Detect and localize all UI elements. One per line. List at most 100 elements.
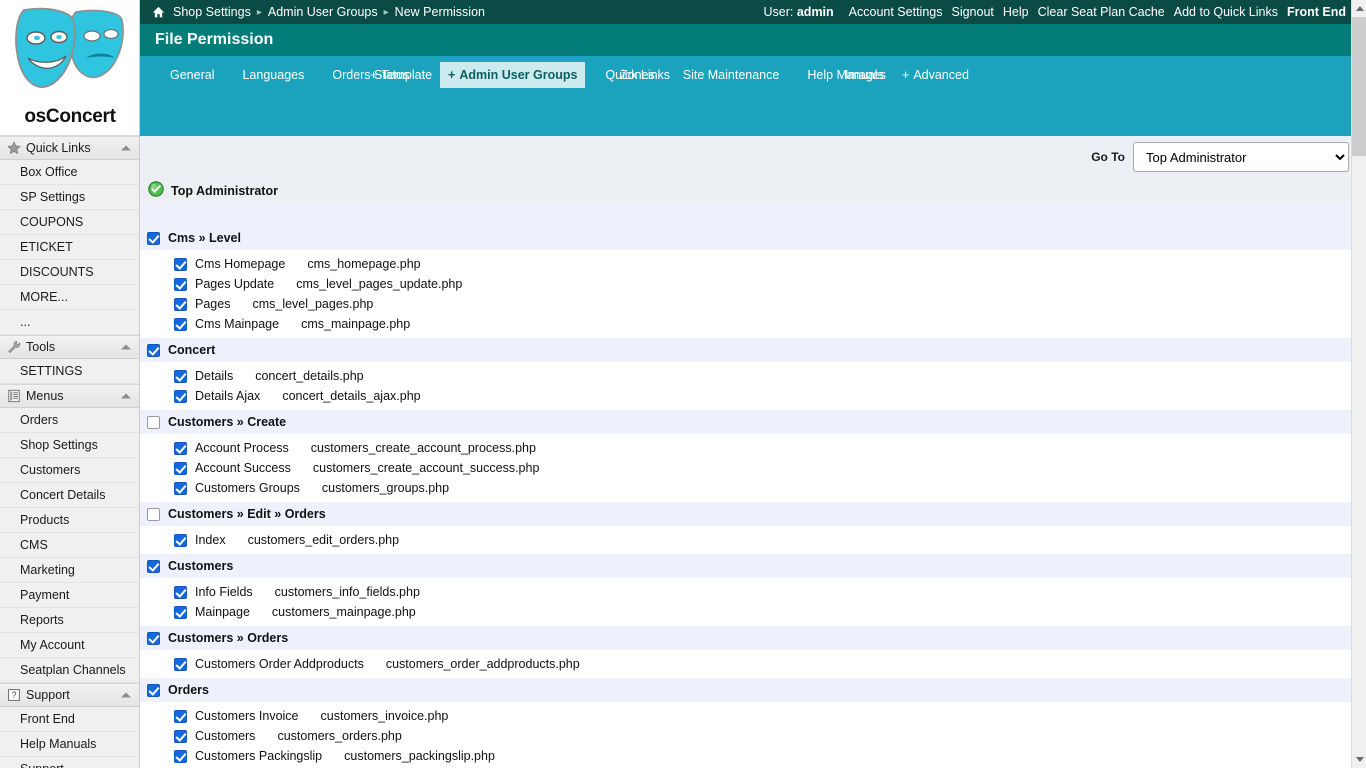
permission-checkbox[interactable]: [174, 370, 187, 383]
permission-checkbox[interactable]: [174, 710, 187, 723]
sidebar-item-box-office[interactable]: Box Office: [0, 160, 139, 185]
permission-row[interactable]: Account Successcustomers_create_account_…: [140, 458, 1351, 478]
sidebar-item-marketing[interactable]: Marketing: [0, 558, 139, 583]
tab-images[interactable]: Images: [825, 62, 894, 88]
group-checkbox[interactable]: [147, 416, 160, 429]
sidebar-item-more-[interactable]: MORE...: [0, 285, 139, 310]
sidebar-item-cms[interactable]: CMS: [0, 533, 139, 558]
goto-select[interactable]: Top Administrator: [1133, 142, 1349, 172]
group-checkbox[interactable]: [147, 632, 160, 645]
sidebar-item-settings[interactable]: SETTINGS: [0, 359, 139, 384]
brand-logo-area[interactable]: osConcert: [0, 0, 140, 136]
sidebar-item-concert-details[interactable]: Concert Details: [0, 483, 139, 508]
sidebar-item-shop-settings[interactable]: Shop Settings: [0, 433, 139, 458]
permission-checkbox[interactable]: [174, 750, 187, 763]
permission-row[interactable]: Pagescms_level_pages.php: [140, 294, 1351, 314]
permission-group-header[interactable]: Customers » Create: [140, 410, 1351, 434]
breadcrumb-item-0[interactable]: Shop Settings: [173, 5, 251, 19]
permission-row[interactable]: Detailsconcert_details.php: [140, 366, 1351, 386]
permission-checkbox[interactable]: [174, 462, 187, 475]
permission-group-header[interactable]: Cms » Level: [140, 226, 1351, 250]
sidebar-item-discounts[interactable]: DISCOUNTS: [0, 260, 139, 285]
sidebar-item-customers[interactable]: Customers: [0, 458, 139, 483]
tab-admin-user-groups[interactable]: +Admin User Groups: [440, 62, 585, 88]
permission-group-header[interactable]: Customers: [140, 554, 1351, 578]
permission-checkbox[interactable]: [174, 606, 187, 619]
permission-row[interactable]: Customers Packingslipcustomers_packingsl…: [140, 746, 1351, 766]
breadcrumb-item-1[interactable]: Admin User Groups: [268, 5, 378, 19]
permission-group-header[interactable]: Concert: [140, 338, 1351, 362]
sidebar-item-orders[interactable]: Orders: [0, 408, 139, 433]
group-checkbox[interactable]: [147, 560, 160, 573]
permission-row[interactable]: Cms Mainpagecms_mainpage.php: [140, 314, 1351, 334]
sidebar-item-support[interactable]: Support: [0, 757, 139, 768]
permission-checkbox[interactable]: [174, 482, 187, 495]
chevron-up-icon[interactable]: [121, 693, 131, 698]
breadcrumb-item-2[interactable]: New Permission: [395, 5, 485, 19]
sidebar-item-front-end[interactable]: Front End: [0, 707, 139, 732]
permission-row[interactable]: Customers Invoicecustomers_invoice.php: [140, 706, 1351, 726]
sidebar-section-tools[interactable]: Tools: [0, 335, 139, 359]
permission-row[interactable]: Account Processcustomers_create_account_…: [140, 438, 1351, 458]
sidebar-section-support[interactable]: ?Support: [0, 683, 139, 707]
topbar-link-clear-seat-plan-cache[interactable]: Clear Seat Plan Cache: [1038, 5, 1165, 19]
sidebar-item-payment[interactable]: Payment: [0, 583, 139, 608]
home-icon[interactable]: [152, 6, 165, 19]
permission-checkbox[interactable]: [174, 258, 187, 271]
permission-row[interactable]: Mainpagecustomers_mainpage.php: [140, 602, 1351, 622]
tab-template[interactable]: +Template: [362, 62, 440, 88]
permission-checkbox[interactable]: [174, 298, 187, 311]
permission-row[interactable]: Cms Homepagecms_homepage.php: [140, 254, 1351, 274]
sidebar-item-my-account[interactable]: My Account: [0, 633, 139, 658]
tab-general[interactable]: General: [150, 62, 222, 88]
sidebar-item-products[interactable]: Products: [0, 508, 139, 533]
chevron-up-icon[interactable]: [121, 345, 131, 350]
topbar-link-front-end[interactable]: Front End: [1287, 5, 1346, 19]
scrollbar-track[interactable]: [1352, 156, 1366, 751]
tab-advanced[interactable]: +Advanced: [894, 62, 977, 88]
sidebar-item-eticket[interactable]: ETICKET: [0, 235, 139, 260]
chevron-up-icon[interactable]: [121, 146, 131, 151]
page-scrollbar[interactable]: [1351, 0, 1366, 768]
tab-site-maintenance[interactable]: Site Maintenance: [663, 62, 788, 88]
topbar-link-add-to-quick-links[interactable]: Add to Quick Links: [1174, 5, 1278, 19]
permission-checkbox[interactable]: [174, 586, 187, 599]
sidebar-section-quick-links[interactable]: Quick Links: [0, 136, 139, 160]
permission-checkbox[interactable]: [174, 278, 187, 291]
permission-checkbox[interactable]: [174, 442, 187, 455]
group-checkbox[interactable]: [147, 684, 160, 697]
sidebar-section-menus[interactable]: Menus: [0, 384, 139, 408]
permission-checkbox[interactable]: [174, 390, 187, 403]
sidebar-item-seatplan-channels[interactable]: Seatplan Channels: [0, 658, 139, 683]
permission-checkbox[interactable]: [174, 730, 187, 743]
permission-row[interactable]: Customers Order Addproductscustomers_ord…: [140, 654, 1351, 674]
topbar-link-signout[interactable]: Signout: [951, 5, 993, 19]
sidebar-item--[interactable]: ...: [0, 310, 139, 335]
group-checkbox[interactable]: [147, 232, 160, 245]
permission-row[interactable]: Customerscustomers_orders.php: [140, 726, 1351, 746]
sidebar-item-reports[interactable]: Reports: [0, 608, 139, 633]
group-checkbox[interactable]: [147, 508, 160, 521]
sidebar-item-sp-settings[interactable]: SP Settings: [0, 185, 139, 210]
permission-checkbox[interactable]: [174, 318, 187, 331]
permission-group-header[interactable]: Customers » Edit » Orders: [140, 502, 1351, 526]
chevron-up-icon[interactable]: [121, 394, 131, 399]
permission-checkbox[interactable]: [174, 658, 187, 671]
sidebar-item-coupons[interactable]: COUPONS: [0, 210, 139, 235]
tab-zones[interactable]: Zones: [600, 62, 663, 88]
topbar-link-account-settings[interactable]: Account Settings: [849, 5, 943, 19]
sidebar-item-help-manuals[interactable]: Help Manuals: [0, 732, 139, 757]
scrollbar-thumb[interactable]: [1352, 17, 1366, 156]
permission-row[interactable]: Customers Groupscustomers_groups.php: [140, 478, 1351, 498]
topbar-link-help[interactable]: Help: [1003, 5, 1029, 19]
permission-row[interactable]: Info Fieldscustomers_info_fields.php: [140, 582, 1351, 602]
group-checkbox[interactable]: [147, 344, 160, 357]
permission-row[interactable]: Details Ajaxconcert_details_ajax.php: [140, 386, 1351, 406]
permission-row[interactable]: Indexcustomers_edit_orders.php: [140, 530, 1351, 550]
scroll-down-arrow-icon[interactable]: [1352, 751, 1366, 768]
tab-languages[interactable]: Languages: [222, 62, 312, 88]
permission-checkbox[interactable]: [174, 534, 187, 547]
permission-group-header[interactable]: Customers » Orders: [140, 626, 1351, 650]
permission-group-header[interactable]: Orders: [140, 678, 1351, 702]
scroll-up-arrow-icon[interactable]: [1352, 0, 1366, 17]
